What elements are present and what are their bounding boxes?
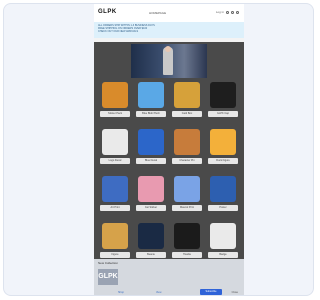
product-card[interactable]: Art Print (100, 174, 130, 214)
product-card[interactable]: Hoodie (172, 221, 202, 261)
page-title: HOMEPAGE (149, 11, 167, 15)
view-link[interactable]: View (156, 291, 161, 294)
product-label[interactable]: Figure (100, 252, 130, 258)
product-thumbnail[interactable] (138, 223, 164, 249)
product-card[interactable]: Character Pin (172, 127, 202, 167)
product-label[interactable]: Logo Decal (100, 158, 130, 164)
product-thumbnail[interactable] (174, 223, 200, 249)
product-label[interactable]: Blue Decal (136, 158, 166, 164)
popup-logo: GLPK (98, 269, 118, 285)
product-card[interactable]: Logo Decal (100, 127, 130, 167)
product-thumbnail[interactable] (210, 82, 236, 108)
notice-line: CHECK OUT OUR NEW ARRIVALS (98, 30, 139, 33)
product-label[interactable]: Mascot Print (172, 205, 202, 211)
product-card[interactable]: Blue Decal (136, 127, 166, 167)
product-thumbnail[interactable] (210, 129, 236, 155)
search-icon[interactable] (226, 10, 229, 14)
product-thumbnail[interactable] (174, 129, 200, 155)
product-thumbnail[interactable] (174, 82, 200, 108)
product-thumbnail[interactable] (102, 223, 128, 249)
top-nav-bar: GLPK HOMEPAGE Log in (94, 4, 244, 22)
product-label[interactable]: Character Pin (172, 158, 202, 164)
product-card[interactable]: Sticker Pack (100, 80, 130, 120)
product-label[interactable]: Art Print (100, 205, 130, 211)
product-thumbnail[interactable] (210, 176, 236, 202)
product-grid: Sticker Pack Blue Blob Plush Card Box GL… (100, 80, 238, 261)
product-label[interactable]: GLPK Cap (208, 111, 238, 117)
cart-icon[interactable] (236, 10, 239, 14)
product-thumbnail[interactable] (210, 223, 236, 249)
top-nav-actions: Log in (216, 10, 239, 14)
product-thumbnail[interactable] (138, 176, 164, 202)
product-card[interactable]: Poster (208, 174, 238, 214)
user-icon[interactable] (231, 10, 234, 14)
divider (94, 38, 244, 42)
login-link[interactable]: Log in (216, 10, 224, 14)
hero-figure (163, 46, 173, 75)
product-card[interactable]: Card Box (172, 80, 202, 120)
product-label[interactable]: Poster (208, 205, 238, 211)
product-label[interactable]: Hoodie (172, 252, 202, 258)
product-thumbnail[interactable] (138, 82, 164, 108)
product-label[interactable]: Card Box (172, 111, 202, 117)
announcement-banner: ALL ORDERS SHIP WITHIN 1-3 BUSINESS DAYS… (94, 22, 244, 38)
product-card[interactable]: Duck Figure (208, 127, 238, 167)
popup-title: New Collection (98, 261, 119, 265)
product-label[interactable]: Duck Figure (208, 158, 238, 164)
mobile-page: GLPK HOMEPAGE Log in ALL ORDERS SHIP WIT… (94, 4, 244, 295)
product-thumbnail[interactable] (138, 129, 164, 155)
close-link[interactable]: Close (232, 291, 238, 294)
product-thumbnail[interactable] (174, 176, 200, 202)
hero-banner-image[interactable] (131, 44, 207, 78)
product-label[interactable]: Sticker Pack (100, 111, 130, 117)
product-card[interactable]: GLPK Cap (208, 80, 238, 120)
product-label[interactable]: Cat Sticker (136, 205, 166, 211)
product-card[interactable]: Cat Sticker (136, 174, 166, 214)
product-card[interactable]: Blue Blob Plush (136, 80, 166, 120)
product-card[interactable]: Beanie (136, 221, 166, 261)
subscribe-button[interactable]: Subscribe (200, 289, 222, 295)
screenshot-card: GLPK HOMEPAGE Log in ALL ORDERS SHIP WIT… (3, 3, 314, 296)
product-card[interactable]: Figure (100, 221, 130, 261)
product-label[interactable]: Badge (208, 252, 238, 258)
product-card[interactable]: Mascot Print (172, 174, 202, 214)
product-thumbnail[interactable] (102, 176, 128, 202)
promo-popup: New Collection GLPK Shop View Subscribe … (94, 259, 244, 295)
shop-link[interactable]: Shop (118, 291, 124, 294)
product-card[interactable]: Badge (208, 221, 238, 261)
product-label[interactable]: Beanie (136, 252, 166, 258)
product-thumbnail[interactable] (102, 129, 128, 155)
site-logo[interactable]: GLPK (98, 9, 117, 15)
product-thumbnail[interactable] (102, 82, 128, 108)
product-label[interactable]: Blue Blob Plush (136, 111, 166, 117)
